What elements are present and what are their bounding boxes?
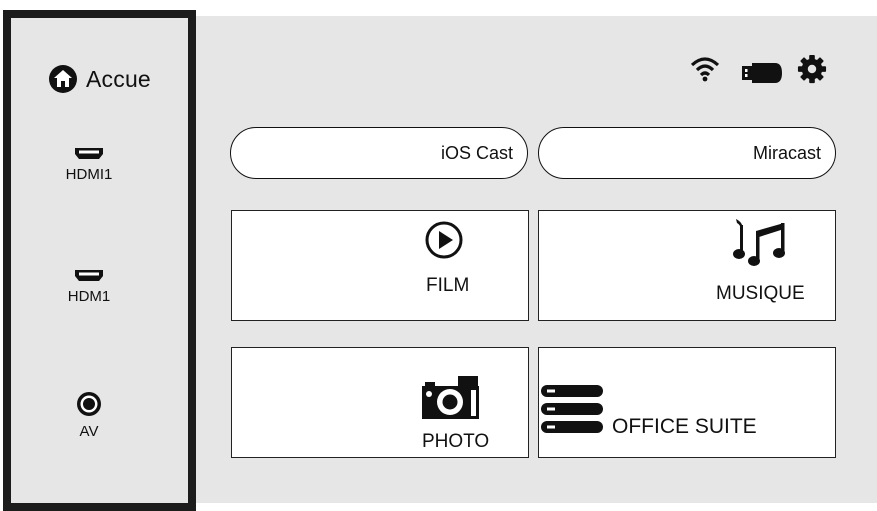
music-label: MUSIQUE (716, 283, 805, 304)
home-button[interactable]: Accue (48, 64, 151, 94)
main-panel: iOS Cast Miracast FILM MUSIQUE PHOTO OFF… (196, 16, 877, 503)
music-notes-icon (733, 219, 785, 266)
play-circle-icon (425, 221, 463, 259)
source-hdmi2[interactable]: HDM1 (29, 268, 149, 305)
stack-icon (541, 385, 603, 433)
source-hdmi1[interactable]: HDMI1 (29, 146, 149, 183)
source-av-label: AV (79, 423, 99, 440)
usb-drive-icon (742, 63, 782, 83)
music-tile[interactable]: MUSIQUE (538, 210, 836, 321)
wifi-icon (690, 57, 720, 82)
film-label: FILM (426, 275, 470, 296)
settings-gear-icon[interactable] (796, 54, 828, 84)
office-suite-label: OFFICE SUITE (612, 415, 757, 438)
source-hdmi2-label: HDM1 (67, 288, 111, 305)
source-sidebar: Accue HDMI1 HDM1 AV (3, 10, 196, 511)
av-jack-icon (77, 392, 101, 416)
source-av[interactable]: AV (29, 391, 149, 440)
miracast-button[interactable]: Miracast (538, 127, 836, 179)
ios-cast-button[interactable]: iOS Cast (230, 127, 528, 179)
hdmi-icon (75, 148, 103, 159)
miracast-label: Miracast (752, 142, 821, 163)
camera-icon (422, 376, 479, 419)
home-icon (49, 65, 77, 93)
ios-cast-label: iOS Cast (440, 142, 513, 163)
office-suite-tile[interactable]: OFFICE SUITE (538, 347, 836, 458)
photo-label: PHOTO (422, 431, 490, 452)
hdmi-icon (75, 270, 103, 281)
home-label: Accue (86, 65, 151, 92)
photo-tile[interactable]: PHOTO (231, 347, 529, 458)
source-hdmi1-label: HDMI1 (65, 166, 113, 183)
film-tile[interactable]: FILM (231, 210, 529, 321)
